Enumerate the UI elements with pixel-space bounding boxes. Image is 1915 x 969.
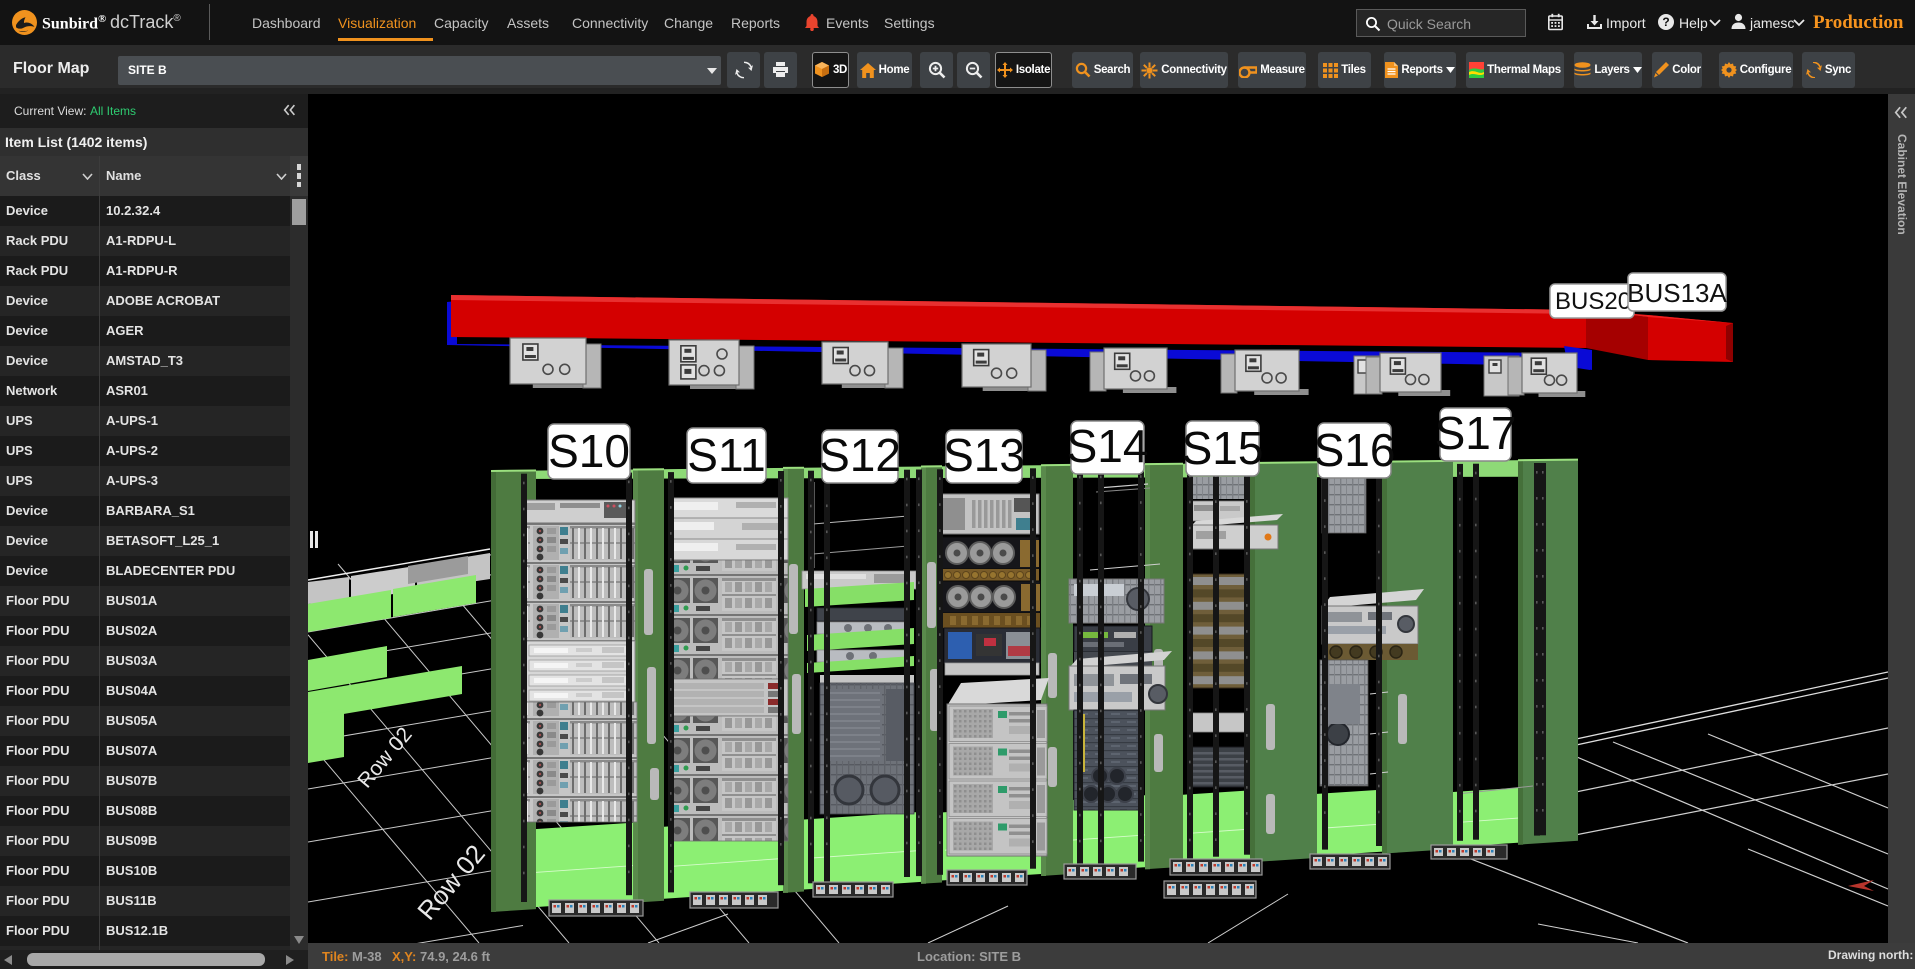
svg-text:S11: S11 bbox=[687, 429, 765, 481]
svg-text:S12: S12 bbox=[819, 429, 901, 481]
svg-text:S17: S17 bbox=[1435, 407, 1517, 459]
svg-text:S14: S14 bbox=[1067, 420, 1149, 472]
svg-text:S13: S13 bbox=[943, 429, 1025, 481]
svg-text:BUS13A: BUS13A bbox=[1627, 278, 1727, 308]
svg-text:?: ? bbox=[1662, 15, 1669, 29]
svg-text:S16: S16 bbox=[1314, 424, 1396, 476]
svg-text:S15: S15 bbox=[1182, 422, 1264, 474]
svg-text:S10: S10 bbox=[548, 425, 630, 477]
